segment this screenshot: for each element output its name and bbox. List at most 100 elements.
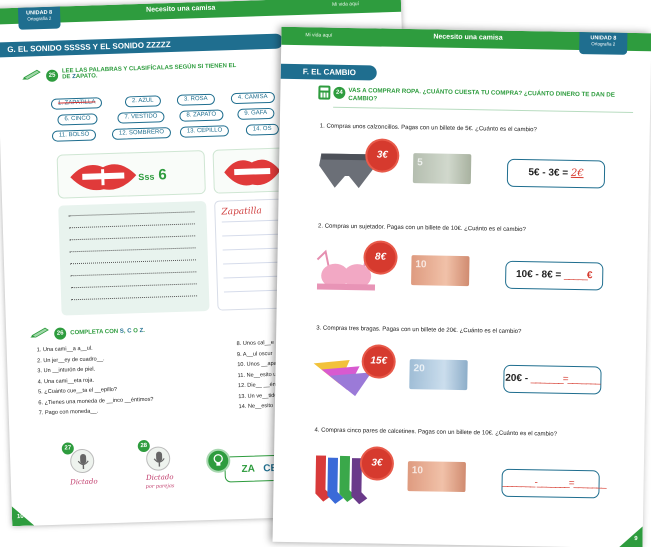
calculator-icon — [318, 85, 331, 100]
exercise-26-instruction: COMPLETA CON S, C O Z. — [70, 327, 145, 337]
word-chip: 3. ROSA — [176, 93, 215, 106]
question-text: 2. Compras un sujetador. Pagas con un bi… — [317, 223, 526, 234]
header-left-label: Mi vida aquí — [305, 32, 333, 39]
answer-blank: _____ — [563, 269, 587, 282]
answer-line[interactable] — [70, 271, 197, 277]
letter-z: Z — [139, 328, 144, 335]
lightbulb-icon — [205, 448, 231, 474]
answer-line[interactable] — [68, 223, 195, 229]
letter-o: O — [133, 328, 138, 335]
dictado-pairs-sub: por parejas — [145, 483, 175, 491]
dictado-pairs-title: Dictado — [145, 473, 174, 483]
header-title: Necesito una camisa — [145, 4, 216, 14]
instruction-divider — [333, 106, 634, 113]
back-page-header: UNIDAD 8 Ortografía 2 Necesito una camis… — [0, 0, 402, 30]
question-text: 1. Compras unos calzoncillos. Pagas con … — [319, 123, 537, 134]
list-item: 7. Pago con moneda__. — [38, 408, 99, 417]
front-page: Mi vida aquí Necesito una camisa UNIDAD … — [272, 26, 651, 547]
answer-box[interactable]: _______-_______=_______ — [501, 468, 606, 499]
answer-box[interactable]: 20€ - _______=_______ — [503, 364, 602, 395]
letter-s: S — [119, 328, 124, 335]
unit-tab: UNIDAD 8 Ortografía 2 — [579, 32, 628, 55]
banknote-20-icon: 20 — [409, 359, 468, 391]
header-title: Necesito una camisa — [433, 33, 503, 42]
s-answer-lines — [58, 200, 210, 316]
instruction-rest: APATO. — [75, 73, 98, 81]
unit-sub: Ortografía 2 — [27, 15, 52, 22]
price-tag: 3€ — [361, 448, 393, 479]
answer-blank: _______-_______=_______ — [502, 476, 606, 490]
banknote-5-icon: 5 — [412, 153, 472, 185]
lightbulb-glyph — [213, 454, 223, 466]
unit-sub: Ortografía 2 — [591, 41, 616, 47]
banknote-value: 5 — [417, 157, 423, 169]
word-chip: 7. VESTIDO — [117, 111, 165, 124]
microphone-icon[interactable] — [69, 448, 95, 474]
word-chip: 11. BOLSO — [51, 129, 97, 142]
answer-expression: 20€ - — [505, 372, 531, 385]
word-chip: 9. GAFA — [237, 107, 275, 120]
price-tag: 15€ — [363, 346, 394, 377]
exercise-24-number: 24 — [333, 86, 346, 99]
answer-suffix: € — [586, 270, 593, 282]
word-chip: 12. SOMBRERO — [111, 127, 172, 140]
exercise-26-list-left: 1. Una cami__a a__ul. 2. Un jer__ey de c… — [37, 344, 154, 421]
word-chip: 6. CINCO — [57, 113, 98, 126]
answer-value: 2€ — [570, 167, 584, 180]
price-tag: 3€ — [367, 140, 398, 171]
question-text: 4. Compras cinco pares de calcetines. Pa… — [314, 427, 557, 438]
exercise-24-instruction: VAS A COMPRAR ROPA. ¿CUÁNTO CUESTA TU CO… — [348, 86, 615, 103]
answer-line[interactable] — [71, 295, 198, 301]
exercise-25-number: 25 — [45, 69, 59, 82]
answer-expression: 5€ - 3€ = — [528, 167, 571, 179]
question-text: 3. Compras tres bragas. Pagas con un bil… — [316, 325, 522, 336]
exercise-26-number: 26 — [54, 327, 67, 340]
letter-c: C — [127, 328, 132, 335]
section-title: G. EL SONIDO SSSSS Y EL SONIDO ZZZZZ — [0, 33, 284, 58]
banknote-10-icon: 10 — [411, 255, 470, 287]
banknote-10-icon: 10 — [407, 461, 466, 493]
answer-line[interactable] — [68, 211, 195, 217]
banknote-value: 10 — [415, 259, 427, 271]
s-count: 6 — [158, 166, 167, 184]
mouth-s-box — [56, 150, 206, 199]
microphone-glyph — [153, 451, 165, 467]
exercise-25-instruction: LEE LAS PALABRAS Y CLASIFÍCALAS SEGÚN SI… — [62, 61, 292, 80]
unit-tab: UNIDAD 8 Ortografía 2 — [17, 6, 61, 30]
answer-line[interactable] — [69, 247, 196, 253]
mouth-z-icon — [224, 159, 281, 186]
pencil-icon — [22, 69, 41, 80]
dictado-label: Dictado — [70, 477, 98, 487]
banknote-value: 10 — [411, 465, 424, 477]
instruction-text: COMPLETA CON — [70, 328, 119, 337]
answer-line[interactable] — [69, 235, 196, 241]
za-label: ZA — [241, 463, 255, 475]
answer-blank: _______=_______ — [530, 373, 600, 386]
exercise-26-list-right: 8. Unos cal__e 9. A__ul oscur 10. Unos _… — [237, 340, 280, 415]
answer-box[interactable]: 5€ - 3€ = 2€ — [506, 158, 606, 189]
microphone-icon[interactable] — [145, 446, 171, 471]
handwritten-answer: Zapatilla — [221, 206, 262, 218]
section-title: F. EL CAMBIO — [280, 63, 377, 81]
answer-box[interactable]: 10€ - 8€ = _____€ — [504, 260, 604, 291]
microphone-glyph — [77, 453, 89, 469]
header-right-label: Mi vida aquí — [331, 1, 360, 8]
list-item: 14. Ne__esito u — [238, 402, 278, 411]
word-chip: 2. AZUL — [124, 95, 161, 108]
front-page-header: Mi vida aquí Necesito una camisa UNIDAD … — [281, 26, 651, 55]
word-chip: 8. ZAPATO — [179, 109, 224, 122]
answer-expression: 10€ - 8€ = — [515, 268, 565, 281]
price-tag: 8€ — [365, 242, 396, 273]
s-suffix: ss — [144, 171, 155, 182]
word-chip: 14. OS — [245, 123, 279, 136]
answer-line[interactable] — [70, 259, 196, 265]
word-chip: 1. ZAPATILLA — [50, 97, 103, 110]
s-count-label: Sss 6 — [138, 166, 167, 184]
word-chip: 4. CAMISA — [230, 91, 275, 105]
pencil-icon — [30, 327, 49, 338]
word-chip: 13. CEPILLO — [179, 125, 230, 138]
answer-line[interactable] — [70, 283, 197, 289]
mouth-s-icon — [70, 164, 137, 191]
page-number: 9 — [618, 526, 642, 547]
instruction-prefix: DE — [62, 74, 73, 81]
